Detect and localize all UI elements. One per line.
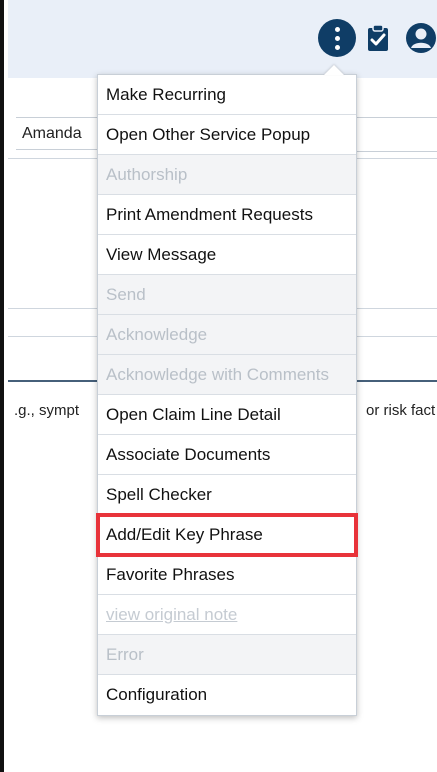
menu-item-acknowledge-with-comments: Acknowledge with Comments (98, 355, 356, 395)
menu-item-spell-checker[interactable]: Spell Checker (98, 475, 356, 515)
menu-item-authorship: Authorship (98, 155, 356, 195)
symptom-text-snippet: .g., sympt (14, 402, 80, 419)
menu-item-open-claim-line-detail[interactable]: Open Claim Line Detail (98, 395, 356, 435)
more-options-dropdown-menu: Make Recurring Open Other Service Popup Au… (96, 65, 358, 716)
field-right-segment[interactable] (354, 117, 437, 152)
menu-item-acknowledge: Acknowledge (98, 315, 356, 355)
clipboard-check-icon[interactable] (367, 24, 389, 52)
top-toolbar (8, 0, 437, 78)
menu-item-add-edit-key-phrase[interactable]: Add/Edit Key Phrase (96, 513, 358, 557)
menu-item-associate-documents[interactable]: Associate Documents (98, 435, 356, 475)
menu-item-open-other-service-popup[interactable]: Open Other Service Popup (98, 115, 356, 155)
menu-caret (324, 65, 344, 75)
user-circle-icon[interactable] (405, 22, 437, 54)
menu-item-view-message[interactable]: View Message (98, 235, 356, 275)
menu-item-configuration[interactable]: Configuration (98, 675, 356, 715)
menu-item-make-recurring[interactable]: Make Recurring (98, 75, 356, 115)
menu-item-send: Send (98, 275, 356, 315)
risk-factor-text-snippet: or risk fact (366, 402, 436, 419)
menu-item-favorite-phrases[interactable]: Favorite Phrases (98, 555, 356, 595)
menu-item-view-original-note: view original note (98, 595, 356, 635)
menu-list: Make Recurring Open Other Service Popup Au… (96, 75, 358, 715)
menu-item-error: Error (98, 635, 356, 675)
menu-item-print-amendment-requests[interactable]: Print Amendment Requests (98, 195, 356, 235)
more-vertical-icon[interactable] (318, 19, 356, 57)
